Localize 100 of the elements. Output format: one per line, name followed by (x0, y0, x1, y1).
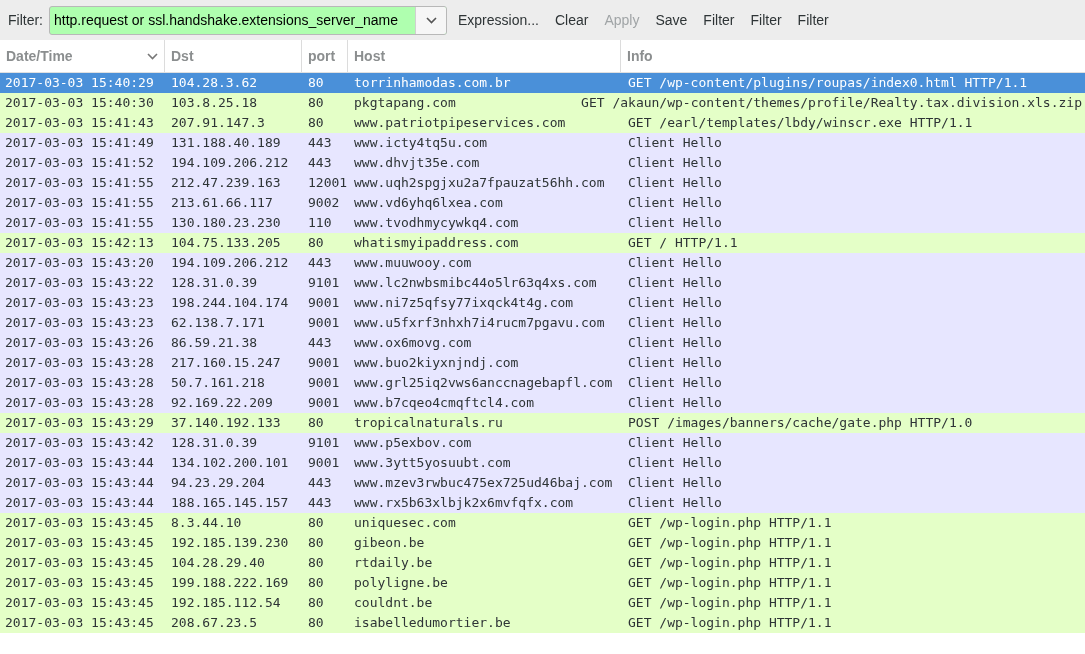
packet-row[interactable]: 2017-03-03 15:43:45 8.3.44.10 80 uniquesec.com GET /wp-login.php HTTP/1.1 (0, 513, 1085, 533)
table-cell-text: 443 (308, 134, 332, 153)
packet-row[interactable]: 2017-03-03 15:43:26 86.59.21.38 443 www.ox6movg.com Client Hello (0, 333, 1085, 353)
table-cell-text: 130.180.23.230 (171, 214, 281, 233)
table-cell-text: www.p5exbov.com (354, 434, 472, 453)
packet-row[interactable]: 2017-03-03 15:40:30 103.8.25.18 80 pkgtapang.com GET /akaun/wp-content/themes/profile/Realty.tax.division.xls.zip (0, 93, 1085, 113)
table-cell-text: isabelledumortier.be (354, 614, 511, 633)
packet-row[interactable]: 2017-03-03 15:43:44 94.23.29.204 443 www.mzev3rwbuc475ex725ud46baj.com Client Hello (0, 473, 1085, 493)
table-cell: Client Hello (628, 135, 722, 151)
table-cell: GET /wp-login.php HTTP/1.1 (628, 555, 832, 571)
table-cell-text: 12001 (308, 174, 348, 193)
packet-row[interactable]: 2017-03-03 15:41:52 194.109.206.212 443 www.dhvjt35e.com Client Hello (0, 153, 1085, 173)
table-cell-text: 188.165.145.157 (171, 494, 289, 513)
table-cell: Client Hello (628, 215, 722, 231)
packet-row[interactable]: 2017-03-03 15:43:28 92.169.22.209 9001 www.b7cqeo4cmqftcl4.com Client Hello (0, 393, 1085, 413)
table-cell-text: 9001 (308, 354, 340, 373)
table-cell-text: 80 (308, 574, 324, 593)
filter-label: Filter: (8, 10, 43, 30)
table-cell-text: 2017-03-03 15:41:43 (5, 114, 154, 133)
packet-row[interactable]: 2017-03-03 15:43:45 192.185.139.230 80 gibeon.be GET /wp-login.php HTTP/1.1 (0, 533, 1085, 553)
table-cell-text: 128.31.0.39 (171, 434, 258, 453)
table-cell-text: 8.3.44.10 (171, 514, 242, 533)
packet-row[interactable]: 2017-03-03 15:43:45 104.28.29.40 80 rtdaily.be GET /wp-login.php HTTP/1.1 (0, 553, 1085, 573)
packet-row[interactable]: 2017-03-03 15:43:20 194.109.206.212 443 www.muuwooy.com Client Hello (0, 253, 1085, 273)
table-cell-text: 131.188.40.189 (171, 134, 281, 153)
toolbar-button[interactable]: Filter (698, 6, 740, 34)
packet-row[interactable]: 2017-03-03 15:43:42 128.31.0.39 9101 www.p5exbov.com Client Hello (0, 433, 1085, 453)
table-cell-text: 2017-03-03 15:41:49 (5, 134, 154, 153)
table-cell-text: 9101 (308, 274, 340, 293)
packet-row[interactable]: 2017-03-03 15:43:22 128.31.0.39 9101 www.lc2nwbsmibc44o5lr63q4xs.com Client Hello (0, 273, 1085, 293)
table-cell-text: 2017-03-03 15:43:45 (5, 614, 154, 633)
table-cell-text: 80 (308, 594, 324, 613)
table-cell: GET /earl/templates/lbdy/winscr.exe HTTP/1.1 (628, 115, 973, 131)
packet-row[interactable]: 2017-03-03 15:41:49 131.188.40.189 443 www.icty4tq5u.com Client Hello (0, 133, 1085, 153)
table-cell-text: pkgtapang.com (354, 94, 456, 113)
table-cell-text: 80 (308, 534, 324, 553)
table-cell: GET /wp-login.php HTTP/1.1 (628, 595, 832, 611)
table-cell: Client Hello (628, 155, 722, 171)
table-cell-text: torrinhamodas.com.br (354, 74, 511, 93)
table-cell-text: 192.185.139.230 (171, 534, 289, 553)
table-cell-text: 80 (308, 554, 324, 573)
table-cell-text: 9002 (308, 194, 340, 213)
table-cell-text: www.icty4tq5u.com (354, 134, 488, 153)
packet-row[interactable]: 2017-03-03 15:43:28 217.160.15.247 9001 www.buo2kiyxnjndj.com Client Hello (0, 353, 1085, 373)
packet-row[interactable]: 2017-03-03 15:41:43 207.91.147.3 80 www.patriotpipeservices.com GET /earl/templates/lbdy/winscr.exe HTTP/1.1 (0, 113, 1085, 133)
packet-row[interactable]: 2017-03-03 15:43:45 192.185.112.54 80 couldnt.be GET /wp-login.php HTTP/1.1 (0, 593, 1085, 613)
filter-field[interactable]: http.request or ssl.handshake.extensions_server_name (49, 5, 447, 35)
packet-row[interactable]: 2017-03-03 15:42:13 104.75.133.205 80 whatismyipaddress.com GET / HTTP/1.1 (0, 233, 1085, 253)
table-cell: Client Hello (628, 455, 722, 471)
table-cell-text: www.uqh2spgjxu2a7fpauzat56hh.com (354, 174, 605, 193)
table-cell-text: 94.23.29.204 (171, 474, 265, 493)
packet-row[interactable]: 2017-03-03 15:41:55 212.47.239.163 12001 www.uqh2spgjxu2a7fpauzat56hh.com Client Hello (0, 173, 1085, 193)
table-cell-text: 217.160.15.247 (171, 354, 281, 373)
table-cell: Client Hello (628, 435, 722, 451)
table-cell-text: 104.75.133.205 (171, 234, 281, 253)
table-cell-text: 92.169.22.209 (171, 394, 273, 413)
packet-row[interactable]: 2017-03-03 15:43:44 188.165.145.157 443 www.rx5b63xlbjk2x6mvfqfx.com Client Hello (0, 493, 1085, 513)
dropdown-chevron-icon[interactable] (425, 16, 437, 24)
table-cell-text: www.rx5b63xlbjk2x6mvfqfx.com (354, 494, 574, 513)
table-cell-text: www.b7cqeo4cmqftcl4.com (354, 394, 534, 413)
toolbar-button[interactable]: Clear (549, 6, 594, 34)
packet-row[interactable]: 2017-03-03 15:43:44 134.102.200.101 9001 www.3ytt5yosuubt.com Client Hello (0, 453, 1085, 473)
toolbar-button[interactable]: Filter (745, 6, 787, 34)
packet-row[interactable]: 2017-03-03 15:41:55 130.180.23.230 110 www.tvodhmycywkq4.com Client Hello (0, 213, 1085, 233)
toolbar-button[interactable]: Save (650, 6, 693, 34)
table-cell-text: www.lc2nwbsmibc44o5lr63q4xs.com (354, 274, 597, 293)
packet-row[interactable]: 2017-03-03 15:43:23 198.244.104.174 9001 www.ni7z5qfsy77ixqck4t4g.com Client Hello (0, 293, 1085, 313)
table-cell-text: 80 (308, 614, 324, 633)
table-cell-text: 80 (308, 234, 324, 253)
table-cell-text: 443 (308, 154, 332, 173)
table-cell: GET /wp-login.php HTTP/1.1 (628, 515, 832, 531)
table-cell-text: www.patriotpipeservices.com (354, 114, 566, 133)
table-cell-text: 2017-03-03 15:43:28 (5, 354, 154, 373)
packet-row[interactable]: 2017-03-03 15:43:23 62.138.7.171 9001 www.u5fxrf3nhxh7i4rucm7pgavu.com Client Hello (0, 313, 1085, 333)
table-cell-text: uniquesec.com (354, 514, 456, 533)
table-cell-text: 198.244.104.174 (171, 294, 289, 313)
toolbar-button[interactable]: Filter (792, 6, 834, 34)
packet-row[interactable]: 2017-03-03 15:43:45 199.188.222.169 80 polyligne.be GET /wp-login.php HTTP/1.1 (0, 573, 1085, 593)
packet-row[interactable]: 2017-03-03 15:43:45 208.67.23.5 80 isabelledumortier.be GET /wp-login.php HTTP/1.1 (0, 613, 1085, 633)
toolbar-button[interactable]: Expression... (453, 6, 544, 34)
table-cell-text: 9001 (308, 374, 340, 393)
packet-row[interactable]: 2017-03-03 15:43:28 50.7.161.218 9001 www.grl25iq2vws6anccnagebapfl.com Client Hello (0, 373, 1085, 393)
table-cell-text: 2017-03-03 15:40:30 (5, 94, 154, 113)
packet-row[interactable]: 2017-03-03 15:41:55 213.61.66.117 9002 www.vd6yhq6lxea.com Client Hello (0, 193, 1085, 213)
table-cell-text: 2017-03-03 15:43:44 (5, 454, 154, 473)
table-cell-text: 2017-03-03 15:43:45 (5, 574, 154, 593)
table-cell-text: 2017-03-03 15:43:45 (5, 554, 154, 573)
packet-row[interactable]: 2017-03-03 15:43:29 37.140.192.133 80 tropicalnaturals.ru POST /images/banners/cache/gate.php HTTP/1.0 (0, 413, 1085, 433)
table-cell-text: couldnt.be (354, 594, 433, 613)
table-cell-text: 9001 (308, 454, 340, 473)
table-cell-text: 2017-03-03 15:43:20 (5, 254, 154, 273)
table-cell-text: rtdaily.be (354, 554, 433, 573)
table-cell-text: 207.91.147.3 (171, 114, 265, 133)
table-cell-text: 80 (308, 414, 324, 433)
table-cell-text: www.3ytt5yosuubt.com (354, 454, 511, 473)
table-cell: GET /wp-login.php HTTP/1.1 (628, 575, 832, 591)
table-cell-text: 212.47.239.163 (171, 174, 281, 193)
table-cell-text: 80 (308, 74, 324, 93)
table-cell-text: www.ox6movg.com (354, 334, 472, 353)
table-cell-text: 2017-03-03 15:41:55 (5, 174, 154, 193)
